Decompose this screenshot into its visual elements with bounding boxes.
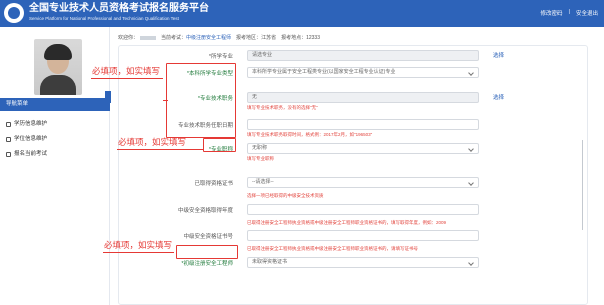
exam-info-bar: 欢迎你： 当前考试：中级注册安全工程师 报考地区：江苏省 报考地点：12333 <box>118 34 320 41</box>
logout-link[interactable]: 安全退出 <box>576 9 598 17</box>
site-value: 12333 <box>306 35 320 41</box>
pro-title-hint: 填写专业职称 <box>247 156 274 161</box>
sidebar-item-education[interactable]: 学历信息维护 <box>6 117 47 132</box>
exam-value: 中级注册安全工程师 <box>186 35 232 41</box>
region-label: 报考地区： <box>236 35 262 41</box>
junior-engineer-select[interactable]: 未取得资格证书 <box>247 257 479 268</box>
cert-year-input[interactable] <box>247 204 479 215</box>
nav-menu-header: 导航菜单 <box>0 98 110 111</box>
note-connector-1 <box>163 100 168 101</box>
tech-title-field[interactable]: 无 <box>247 92 479 103</box>
cap-icon <box>6 137 11 142</box>
sidebar-item-register-exam[interactable]: 报名当前考试 <box>6 147 47 162</box>
junior-engineer-label: *初级注册安全工程师 <box>181 261 233 267</box>
sidebar-item-degree[interactable]: 学位信息维护 <box>6 132 47 147</box>
pro-title-select[interactable]: 无职称 <box>247 143 479 154</box>
required-highlight-box-3 <box>176 245 238 259</box>
cert-year-hint: 已取得注册安全工程师执业资格或中级注册安全工程师职业资格证书的，填写取得年度，例… <box>247 220 447 225</box>
clipboard-icon <box>6 152 11 157</box>
site-subtitle: Service Platform for National Profession… <box>29 16 179 21</box>
required-highlight-box-2 <box>203 138 236 152</box>
top-header: 全国专业技术人员资格考试报名服务平台 Service Platform for … <box>0 0 604 27</box>
tech-date-hint: 填写专业技术职务取得时间，格式例：2017年2月，如"196503" <box>247 132 373 137</box>
required-note-1: 必填项，如实填写 <box>92 66 161 76</box>
welcome-label: 欢迎你： <box>118 35 139 41</box>
header-link-separator: | <box>568 9 570 15</box>
note-underline-2 <box>117 149 203 150</box>
site-label: 报考地点： <box>281 35 307 41</box>
certificate-hint: 选择一项已经取得的中级安全技术资质 <box>247 193 324 198</box>
exam-label: 当前考试： <box>161 35 187 41</box>
sidebar-collapse-handle[interactable] <box>105 91 111 103</box>
required-highlight-box-1 <box>166 63 236 138</box>
major-type-select[interactable]: 本科所学专业属于安全工程类专业(以国家安全工程专业认证)专业 <box>247 67 479 78</box>
tech-title-select-link[interactable]: 选择 <box>493 93 504 101</box>
book-icon <box>6 122 11 127</box>
sidebar-item-label: 学位信息维护 <box>14 136 48 142</box>
site-logo-icon <box>4 3 24 23</box>
cert-year-label: 中级安全资格取得年度 <box>177 208 233 214</box>
site-title: 全国专业技术人员资格考试报名服务平台 <box>29 3 209 14</box>
tech-title-hint: 填写专业技术职务，没有的选择"无" <box>247 105 318 110</box>
cert-number-hint: 已取得注册安全工程师执业资格或中级注册安全工程师职业资格证书的，请填写证书号 <box>247 246 418 251</box>
note-underline-3 <box>103 252 174 253</box>
certificate-select[interactable]: --请选择-- <box>247 177 479 188</box>
header-links: 修改密码 | 安全退出 <box>541 9 598 17</box>
sidebar-item-label: 报名当前考试 <box>14 151 48 157</box>
avatar <box>34 39 82 95</box>
major-select-link[interactable]: 选择 <box>493 51 504 59</box>
region-value: 江苏省 <box>261 35 277 41</box>
username-redacted <box>140 35 157 40</box>
major-field[interactable]: 请选专业 <box>247 50 479 61</box>
nav-list: 学历信息维护 学位信息维护 报名当前考试 <box>6 117 47 162</box>
sidebar-item-label: 学历信息维护 <box>14 121 48 127</box>
certificate-label: 已取得资格证书 <box>194 181 233 187</box>
change-password-link[interactable]: 修改密码 <box>541 9 563 17</box>
cert-number-input[interactable] <box>247 230 479 241</box>
required-note-2: 必填项，如实填写 <box>118 137 187 147</box>
major-label: *所学专业 <box>208 54 233 60</box>
note-underline-1 <box>91 78 163 79</box>
page-scrollbar[interactable] <box>582 140 583 230</box>
required-note-3: 必填项，如实填写 <box>104 240 173 250</box>
tech-date-input[interactable] <box>247 119 479 130</box>
page-root: 全国专业技术人员资格考试报名服务平台 Service Platform for … <box>0 0 604 305</box>
